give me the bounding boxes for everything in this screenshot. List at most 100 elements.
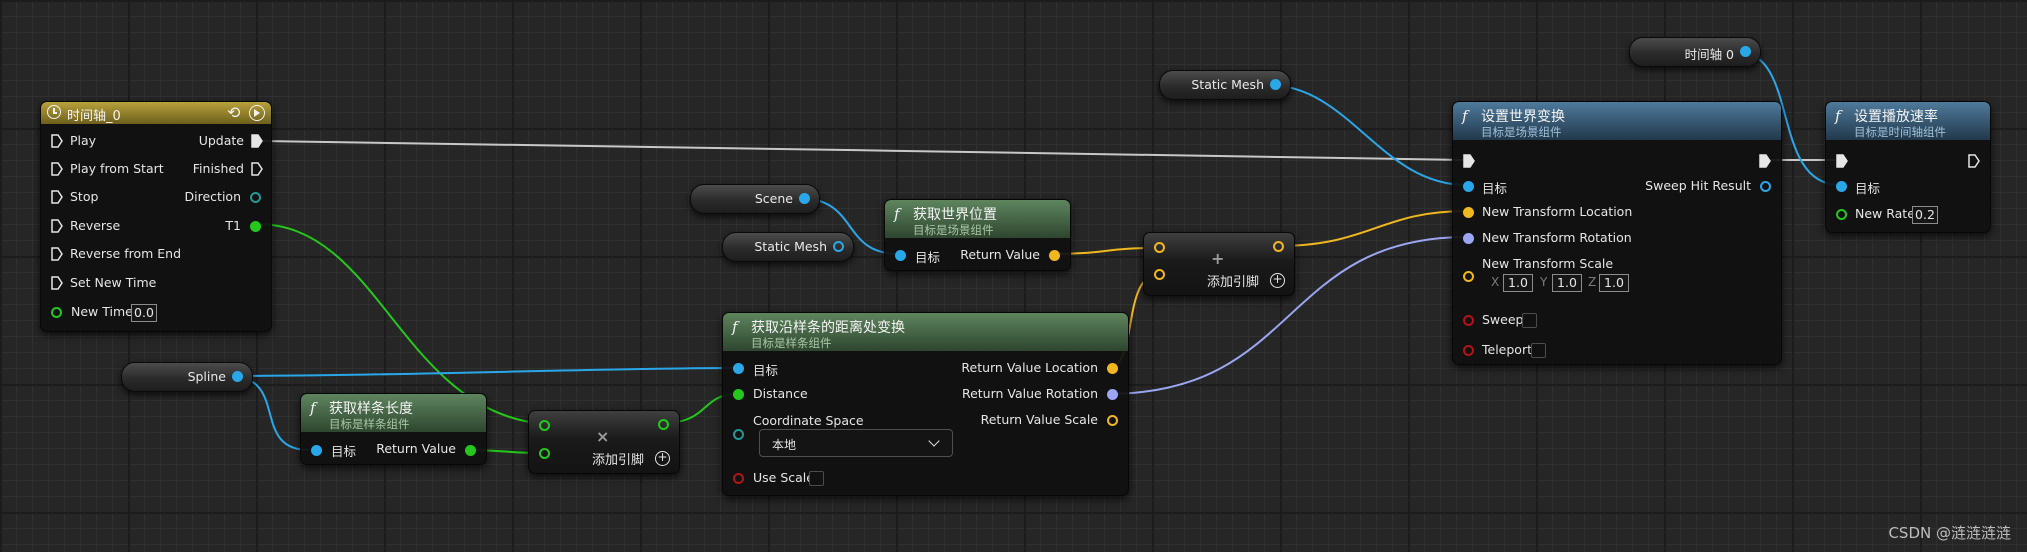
output-t1: T1	[225, 218, 241, 233]
return-rotation-pin[interactable]	[1107, 389, 1118, 400]
target-label: 目标	[1855, 181, 1881, 196]
static-mesh-variable[interactable]: Static Mesh	[1159, 70, 1291, 100]
t1-pin[interactable]	[250, 221, 261, 232]
get-transform-title: 获取沿样条的距离处变换	[751, 320, 905, 336]
multiply-input-a-pin[interactable]	[539, 420, 550, 431]
target-pin[interactable]	[1463, 181, 1474, 192]
new-rotation-pin[interactable]	[1463, 233, 1474, 244]
teleport-pin[interactable]	[1463, 345, 1474, 356]
add-pin-icon[interactable]: +	[1270, 273, 1285, 288]
clock-icon	[47, 105, 61, 119]
add-output-pin[interactable]	[1273, 241, 1284, 252]
target-pin[interactable]	[733, 363, 744, 374]
coordinate-space-dropdown[interactable]: 本地	[759, 429, 953, 457]
new-scale-label: New Transform Scale	[1482, 256, 1614, 271]
chevron-down-icon	[928, 435, 940, 447]
watermark: CSDN @涟涟涟涟	[1888, 524, 2011, 542]
add-pin-label: 添加引脚	[1207, 275, 1260, 290]
distance-label: Distance	[753, 386, 808, 401]
static-mesh-variable[interactable]: Static Mesh	[722, 232, 854, 262]
exec-pin-play-from-start[interactable]	[51, 162, 63, 176]
timeline-node[interactable]: 时间轴_0 ⟲ Play Play from Start Stop Revers…	[40, 101, 272, 332]
scene-variable[interactable]: Scene	[690, 184, 820, 214]
exec-pin-set-new-time[interactable]	[51, 276, 63, 290]
multiply-node[interactable]: × 添加引脚 +	[528, 410, 680, 474]
return-scale-pin[interactable]	[1107, 415, 1118, 426]
static-mesh-pin[interactable]	[833, 241, 844, 252]
return-value-label: Return Value	[376, 441, 456, 456]
set-play-rate-header: f 设置播放速率 目标是时间轴组件	[1826, 102, 1990, 140]
coordinate-space-pin[interactable]	[733, 429, 744, 440]
multiply-output-pin[interactable]	[658, 419, 669, 430]
return-location-pin[interactable]	[1107, 363, 1118, 374]
static-mesh-pin[interactable]	[1270, 79, 1281, 90]
loop-icon[interactable]: ⟲	[227, 103, 240, 122]
set-play-rate-title: 设置播放速率	[1854, 109, 1938, 125]
timeline-variable-pin[interactable]	[1740, 46, 1751, 57]
spline-pin[interactable]	[232, 371, 243, 382]
timeline-variable-label: 时间轴 0	[1684, 47, 1734, 62]
spline-variable[interactable]: Spline	[121, 362, 253, 392]
scene-label: Scene	[754, 191, 793, 206]
exec-pin-reverse[interactable]	[51, 219, 63, 233]
return-value-pin[interactable]	[1049, 250, 1060, 261]
input-set-new-time: Set New Time	[70, 275, 157, 290]
new-rate-field[interactable]: 0.2	[1912, 206, 1938, 224]
scene-pin[interactable]	[799, 193, 810, 204]
function-icon: f	[894, 205, 900, 223]
exec-out-pin[interactable]	[1968, 154, 1980, 168]
input-stop: Stop	[70, 189, 99, 204]
scale-y-field[interactable]: 1.0	[1552, 274, 1582, 292]
distance-pin[interactable]	[733, 389, 744, 400]
use-scale-checkbox[interactable]	[809, 471, 824, 486]
add-input-a-pin[interactable]	[1154, 242, 1165, 253]
target-pin[interactable]	[311, 445, 322, 456]
new-location-label: New Transform Location	[1482, 204, 1633, 219]
exec-out-pin[interactable]	[1759, 154, 1771, 168]
timeline-header: 时间轴_0 ⟲	[41, 102, 271, 124]
multiply-input-b-pin[interactable]	[539, 448, 550, 459]
sweep-checkbox[interactable]	[1522, 313, 1537, 328]
exec-in-pin[interactable]	[1836, 154, 1848, 168]
teleport-checkbox[interactable]	[1531, 343, 1546, 358]
exec-in-pin[interactable]	[1463, 154, 1475, 168]
sweep-hit-result-pin[interactable]	[1760, 181, 1771, 192]
exec-pin-stop[interactable]	[51, 190, 63, 204]
add-pin-icon[interactable]: +	[655, 451, 670, 466]
new-time-pin[interactable]	[51, 307, 62, 318]
add-input-b-pin[interactable]	[1154, 269, 1165, 280]
get-world-location-node[interactable]: f 获取世界位置 目标是场景组件 目标 Return Value	[884, 199, 1071, 271]
exec-pin-update[interactable]	[251, 134, 263, 148]
target-label: 目标	[1482, 181, 1508, 196]
exec-pin-reverse-from-end[interactable]	[51, 247, 63, 261]
add-node[interactable]: + 添加引脚 +	[1143, 232, 1295, 296]
set-play-rate-node[interactable]: f 设置播放速率 目标是时间轴组件 目标 New Rate 0.2	[1825, 101, 1991, 233]
target-pin[interactable]	[895, 250, 906, 261]
timeline-variable[interactable]: 时间轴 0	[1629, 37, 1761, 67]
sweep-pin[interactable]	[1463, 315, 1474, 326]
new-scale-pin[interactable]	[1463, 271, 1474, 282]
set-world-transform-node[interactable]: f 设置世界变换 目标是场景组件 目标 Sweep Hit Result New…	[1452, 101, 1782, 365]
set-world-transform-title: 设置世界变换	[1481, 109, 1565, 125]
scale-x-field[interactable]: 1.0	[1503, 274, 1533, 292]
new-time-field[interactable]: 0.0	[131, 304, 157, 322]
exec-pin-finished[interactable]	[251, 162, 263, 176]
get-spline-length-node[interactable]: f 获取样条长度 目标是样条组件 目标 Return Value	[300, 393, 487, 465]
function-icon: f	[732, 318, 738, 336]
play-circle-icon[interactable]	[249, 105, 265, 121]
target-pin[interactable]	[1836, 181, 1847, 192]
direction-pin[interactable]	[250, 192, 261, 203]
function-icon: f	[310, 399, 316, 417]
use-scale-pin[interactable]	[733, 473, 744, 484]
get-transform-at-distance-node[interactable]: f 获取沿样条的距离处变换 目标是样条组件 目标 Distance Coordi…	[722, 312, 1129, 496]
scale-z-field[interactable]: 1.0	[1599, 274, 1629, 292]
return-scale-label: Return Value Scale	[980, 412, 1098, 427]
target-label: 目标	[331, 444, 357, 459]
exec-pin-play[interactable]	[51, 134, 63, 148]
input-reverse: Reverse	[70, 218, 121, 233]
new-rate-pin[interactable]	[1836, 209, 1847, 220]
return-value-pin[interactable]	[465, 445, 476, 456]
get-world-location-title: 获取世界位置	[913, 207, 997, 223]
static-mesh-label: Static Mesh	[1191, 77, 1264, 92]
new-location-pin[interactable]	[1463, 207, 1474, 218]
